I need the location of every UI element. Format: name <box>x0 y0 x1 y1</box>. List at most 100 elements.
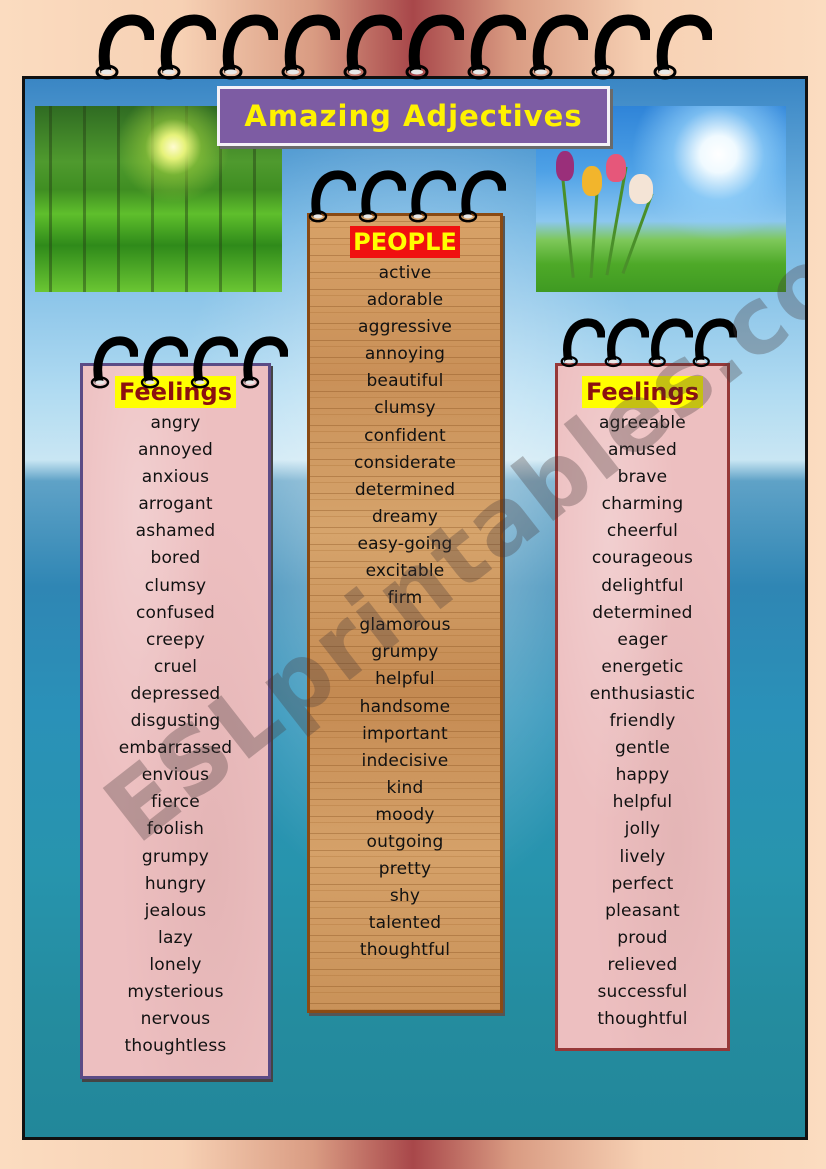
binder-ring-icon <box>306 170 356 223</box>
left-binder-rings <box>88 336 288 389</box>
word-item: helpful <box>612 792 673 813</box>
white-tulip <box>629 174 653 204</box>
word-item: friendly <box>609 711 676 732</box>
binder-ring-icon <box>88 336 138 389</box>
word-item: confident <box>364 425 446 446</box>
word-item: delightful <box>601 575 684 596</box>
word-item: charming <box>601 494 684 515</box>
word-item: adorable <box>366 290 444 311</box>
word-item: fierce <box>151 792 200 813</box>
word-item: agreeable <box>599 413 686 433</box>
word-item: clumsy <box>374 398 436 419</box>
word-item: thoughtful <box>597 1009 688 1030</box>
people-word-list: active adorable aggressive annoying beautifu… <box>354 260 456 964</box>
word-item: kind <box>386 777 424 798</box>
feelings-left-panel: Feelings angry annoyed anxious arrogant asha… <box>80 363 271 1079</box>
feelings-right-heading: Feelings <box>582 376 703 408</box>
binder-ring-icon <box>92 14 154 80</box>
word-item: lonely <box>149 954 202 975</box>
word-item: moody <box>375 804 435 825</box>
word-item: courageous <box>591 548 694 569</box>
word-item: hungry <box>144 873 207 894</box>
binder-ring-icon <box>216 14 278 80</box>
word-item: dreamy <box>371 506 439 527</box>
word-item: angry <box>150 413 201 433</box>
word-item: anxious <box>141 467 210 488</box>
word-item: foolish <box>146 819 205 840</box>
top-binder-rings <box>92 14 712 80</box>
word-item: creepy <box>146 629 205 650</box>
word-item: arrogant <box>138 494 213 515</box>
word-item: envious <box>141 765 210 786</box>
word-item: amused <box>607 440 678 461</box>
word-item: grumpy <box>141 846 210 867</box>
word-item: perfect <box>611 873 674 894</box>
word-item: important <box>362 723 448 744</box>
word-item: grumpy <box>371 642 439 663</box>
word-item: mysterious <box>127 981 224 1002</box>
binder-ring-icon <box>138 336 188 389</box>
word-item: annoyed <box>137 440 214 461</box>
word-item: proud <box>617 927 668 948</box>
binder-ring-icon <box>464 14 526 80</box>
binder-ring-icon <box>188 336 238 389</box>
word-item: aggressive <box>357 317 453 338</box>
word-item: jealous <box>144 900 207 921</box>
word-item: brave <box>617 467 668 488</box>
word-item: shy <box>389 886 421 907</box>
word-item: nervous <box>140 1009 211 1030</box>
binder-ring-icon <box>588 14 650 80</box>
word-item: eager <box>617 629 668 650</box>
word-item: annoying <box>364 344 446 365</box>
word-item: successful <box>597 981 688 1002</box>
binder-ring-icon <box>154 14 216 80</box>
binder-ring-icon <box>340 14 402 80</box>
word-item: bored <box>150 548 201 569</box>
page-title: Amazing Adjectives <box>244 99 583 133</box>
binder-ring-icon <box>526 14 588 80</box>
binder-ring-icon <box>602 318 649 368</box>
word-item: ashamed <box>135 521 216 542</box>
word-item: clumsy <box>144 575 207 596</box>
binder-ring-icon <box>456 170 506 223</box>
word-item: considerate <box>353 452 457 473</box>
binder-ring-icon <box>356 170 406 223</box>
binder-ring-icon <box>406 170 456 223</box>
binder-ring-icon <box>690 318 737 368</box>
binder-ring-icon <box>650 14 712 80</box>
word-item: thoughtful <box>359 940 451 961</box>
word-item: handsome <box>359 696 451 717</box>
word-item: beautiful <box>366 371 444 392</box>
word-item: cruel <box>153 656 198 677</box>
right-binder-rings <box>558 318 737 368</box>
word-item: thoughtless <box>124 1036 227 1057</box>
title-banner: Amazing Adjectives <box>217 86 610 146</box>
word-item: confused <box>136 602 215 623</box>
word-item: energetic <box>601 656 684 677</box>
word-item: disgusting <box>130 711 221 732</box>
binder-ring-icon <box>278 14 340 80</box>
people-panel: PEOPLE active adorable aggressive annoying b… <box>307 213 503 1013</box>
pink-tulip <box>606 154 626 182</box>
binder-ring-icon <box>402 14 464 80</box>
word-item: easy-going <box>357 533 453 554</box>
word-item: firm <box>387 588 423 609</box>
word-item: talented <box>368 913 442 934</box>
center-binder-rings <box>306 170 506 223</box>
people-heading: PEOPLE <box>350 226 460 258</box>
purple-tulip <box>556 151 574 181</box>
word-item: relieved <box>607 954 678 975</box>
word-item: pleasant <box>605 900 680 921</box>
word-item: active <box>378 263 432 283</box>
word-item: depressed <box>130 683 221 704</box>
word-item: cheerful <box>606 521 679 542</box>
feelings-right-word-list: agreeable amused brave charming cheerful cour… <box>590 410 695 1033</box>
word-item: outgoing <box>366 831 444 852</box>
word-item: excitable <box>365 561 445 582</box>
word-item: determined <box>592 602 693 623</box>
feelings-right-panel: Feelings agreeable amused brave charming che… <box>555 363 730 1051</box>
binder-ring-icon <box>646 318 693 368</box>
word-item: lively <box>619 846 666 867</box>
word-item: determined <box>354 479 456 500</box>
binder-ring-icon <box>558 318 605 368</box>
